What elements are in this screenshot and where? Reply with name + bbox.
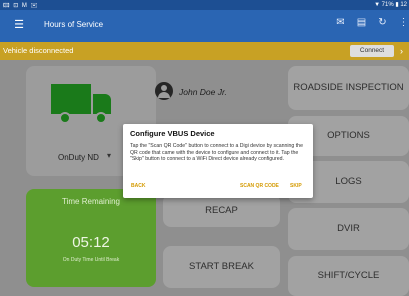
banner-text: Vehicle disconnected <box>3 46 74 55</box>
driver-name: John Doe Jr. <box>179 87 227 97</box>
message-icon[interactable]: ✉ <box>335 17 346 29</box>
configure-vbus-dialog: Configure VBUS Device Tap the "Scan QR C… <box>123 124 313 198</box>
connect-button[interactable]: Connect <box>350 45 394 57</box>
document-icon[interactable]: ▤ <box>356 17 367 29</box>
back-button[interactable]: BACK <box>131 183 145 189</box>
dialog-message: Tap the "Scan QR Code" button to connect… <box>130 143 303 162</box>
app-bar: ☰ Hours of Service ✉ ▤ ↻ ⋮ <box>0 10 409 42</box>
connection-banner: Vehicle disconnected Connect › <box>0 42 409 60</box>
recap-button[interactable]: RECAP <box>163 194 280 227</box>
hamburger-icon[interactable]: ☰ <box>12 18 26 32</box>
time-remaining-subtitle: On Duty Time Until Break <box>62 257 120 263</box>
time-remaining-title: Time Remaining <box>62 197 120 206</box>
more-icon[interactable]: ⋮ <box>398 17 409 29</box>
scan-qr-code-button[interactable]: SCAN QR CODE <box>240 183 279 189</box>
time-remaining-value: 05:12 <box>72 234 110 251</box>
roadside-inspection-button[interactable]: ROADSIDE INSPECTION <box>288 66 409 110</box>
skip-button[interactable]: SKIP <box>290 183 302 189</box>
duty-status-label[interactable]: OnDuty ND <box>58 153 99 162</box>
dropdown-caret-icon[interactable]: ▾ <box>107 151 111 160</box>
shift-cycle-button[interactable]: SHIFT/CYCLE <box>288 256 409 296</box>
start-break-button[interactable]: START BREAK <box>163 246 280 288</box>
refresh-icon[interactable]: ↻ <box>377 17 388 29</box>
chevron-right-icon[interactable]: › <box>400 45 403 57</box>
page-title: Hours of Service <box>44 20 104 29</box>
avatar-icon <box>155 82 173 100</box>
dialog-title: Configure VBUS Device <box>130 129 215 138</box>
status-system: ▼ 71% ▮ 12 <box>374 2 407 8</box>
dvir-button[interactable]: DVIR <box>288 208 409 250</box>
time-remaining-card: Time Remaining 05:12 On Duty Time Until … <box>26 189 156 287</box>
status-bar: 🖾 ⊡ M ✉ ▼ 71% ▮ 12 <box>0 0 409 10</box>
